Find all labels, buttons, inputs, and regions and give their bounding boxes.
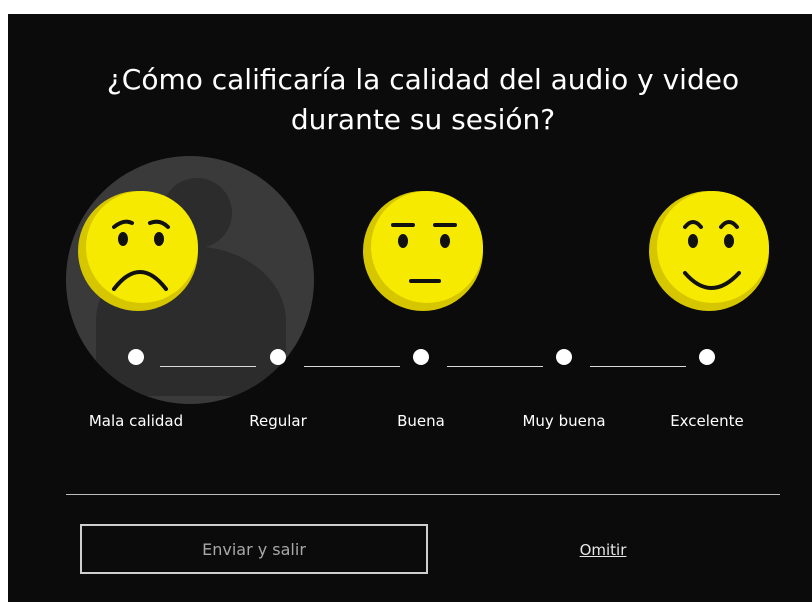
rating-dialog: ¿Cómo calificaría la calidad del audio y… — [8, 14, 812, 602]
happy-face-icon[interactable] — [647, 189, 771, 313]
submit-and-exit-button[interactable]: Enviar y salir — [80, 524, 428, 574]
scale-connector — [590, 366, 686, 367]
scale-connector — [304, 366, 400, 367]
rating-scale — [8, 349, 812, 389]
question-line-1: ¿Cómo calificaría la calidad del audio y… — [106, 63, 740, 96]
rating-label-4: Muy buena — [522, 412, 606, 430]
rating-option-4-radio[interactable] — [556, 349, 572, 365]
rating-label-5: Excelente — [670, 412, 744, 430]
section-divider — [66, 494, 780, 495]
rating-label-3: Buena — [397, 412, 445, 430]
neutral-face-icon[interactable] — [361, 189, 485, 313]
rating-label-2: Regular — [249, 412, 307, 430]
rating-option-3-radio[interactable] — [413, 349, 429, 365]
question-line-2: durante su sesión? — [290, 103, 556, 136]
rating-label-1: Mala calidad — [88, 412, 184, 430]
rating-option-2-radio[interactable] — [270, 349, 286, 365]
question-heading: ¿Cómo calificaría la calidad del audio y… — [8, 60, 812, 140]
scale-connector — [160, 366, 256, 367]
scale-connector — [447, 366, 543, 367]
sad-face-icon[interactable] — [76, 189, 200, 313]
rating-option-1-radio[interactable] — [128, 349, 144, 365]
skip-link[interactable]: Omitir — [568, 541, 638, 559]
rating-option-5-radio[interactable] — [699, 349, 715, 365]
